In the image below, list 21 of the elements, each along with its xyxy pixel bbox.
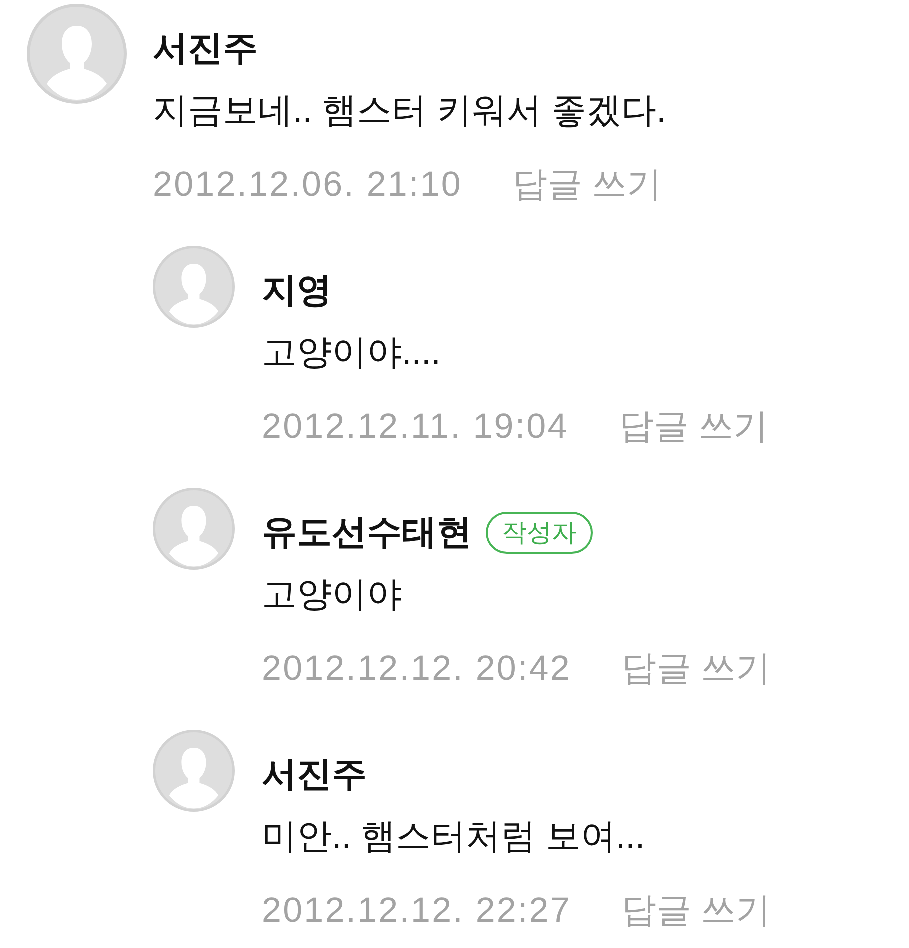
comment-date: 2012.12.06. 21:10 xyxy=(153,164,462,206)
author-name: 지영 xyxy=(262,270,332,312)
comment-date: 2012.12.12. 20:42 xyxy=(262,648,572,690)
author-name: 서진주 xyxy=(153,28,258,70)
reply-link[interactable]: 답글 쓰기 xyxy=(621,886,772,936)
comment-date: 2012.12.11. 19:04 xyxy=(262,406,569,448)
author-name: 유도선수태현 xyxy=(262,512,472,554)
comment-text: 미안.. 햄스터처럼 보여... xyxy=(262,816,646,858)
reply-link[interactable]: 답글 쓰기 xyxy=(512,160,662,210)
comment-text: 고양이야 xyxy=(262,574,402,616)
reply-link[interactable]: 답글 쓰기 xyxy=(621,644,772,694)
avatar-icon xyxy=(153,730,235,812)
comment-text: 고양이야.... xyxy=(262,332,441,374)
avatar-icon xyxy=(153,246,235,328)
comment-text: 지금보네.. 햄스터 키워서 좋겠다. xyxy=(153,90,666,132)
avatar-icon xyxy=(27,4,127,104)
author-name: 서진주 xyxy=(262,754,367,796)
reply-link[interactable]: 답글 쓰기 xyxy=(618,402,769,452)
comment-date: 2012.12.12. 22:27 xyxy=(262,890,572,932)
avatar-icon xyxy=(153,488,235,570)
author-badge: 작성자 xyxy=(486,512,593,554)
